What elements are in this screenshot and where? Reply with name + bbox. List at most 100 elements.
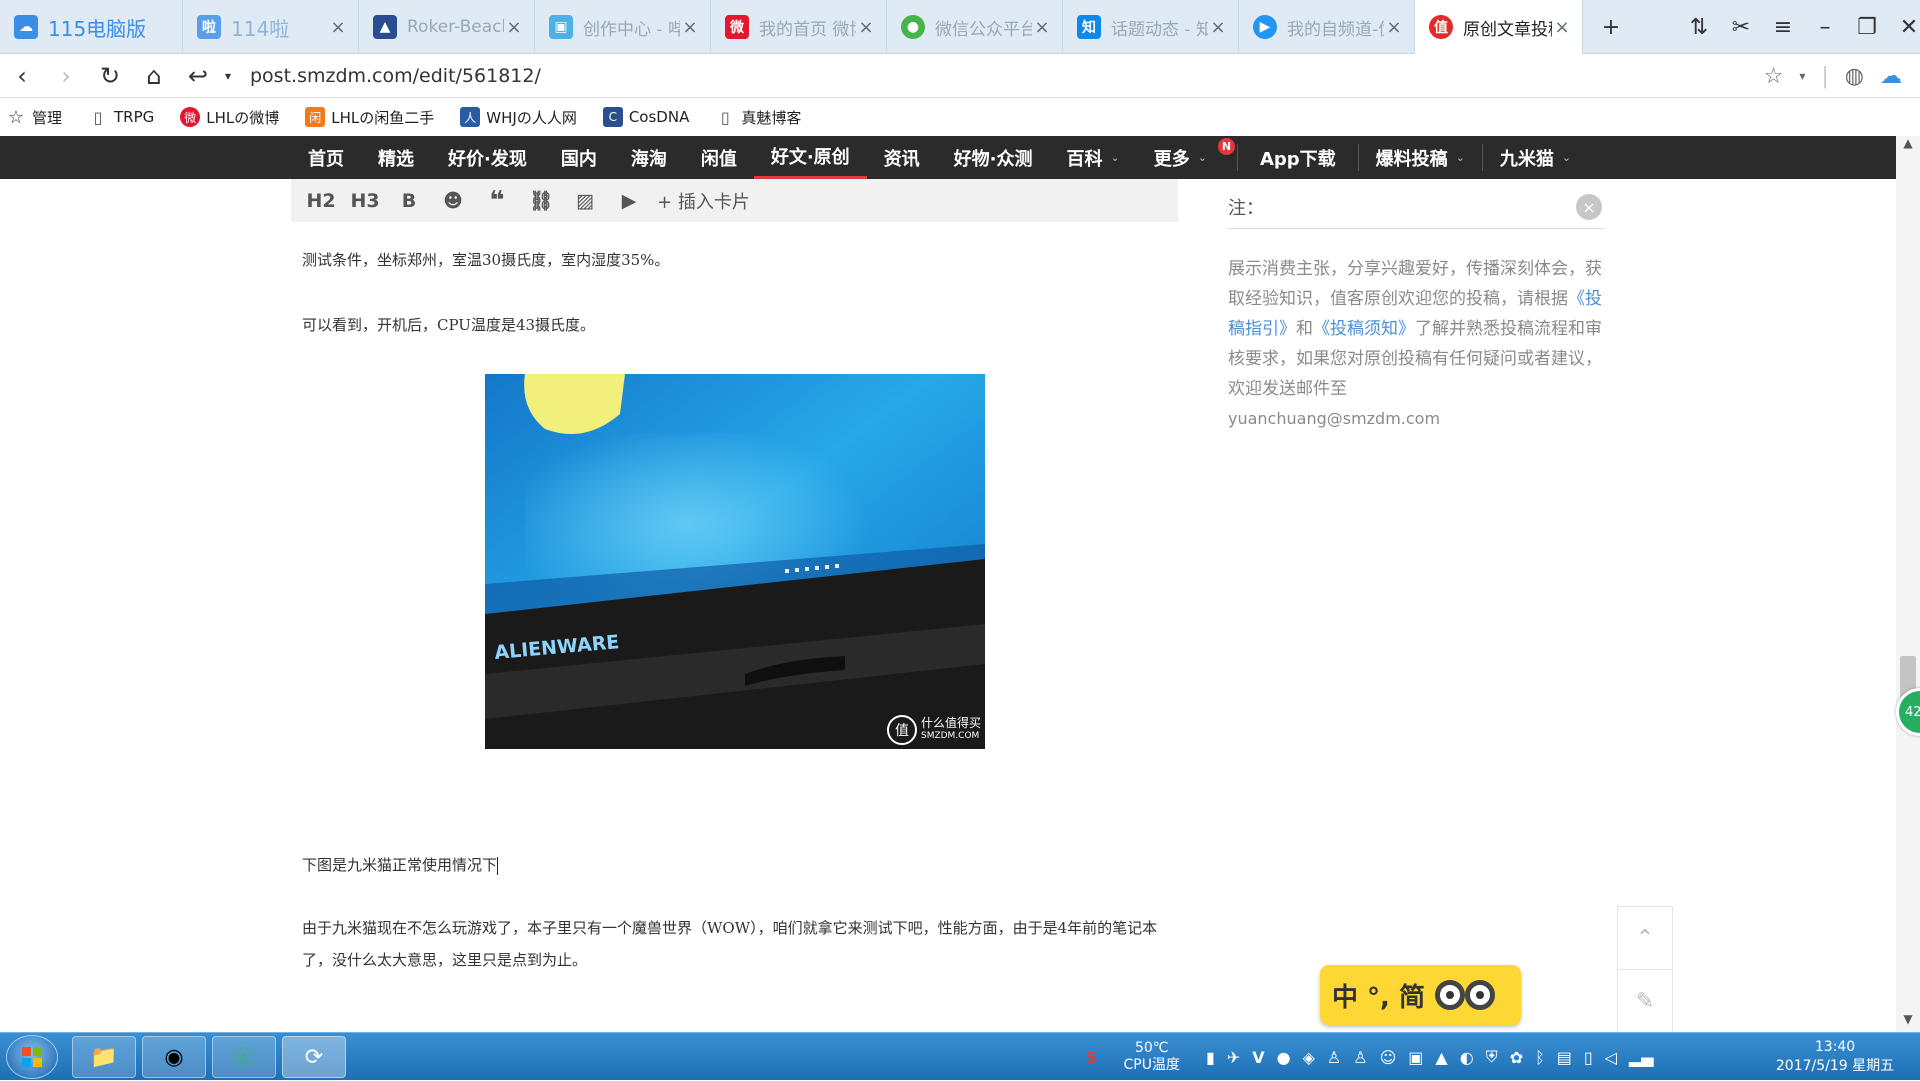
wechat-work-icon[interactable]: ◐ bbox=[1460, 1048, 1474, 1067]
new-tab-button[interactable]: + bbox=[1590, 15, 1632, 40]
tab-weibo[interactable]: 微 我的首页 微博 × bbox=[711, 0, 887, 54]
history-dropdown-icon[interactable]: ▾ bbox=[220, 69, 236, 83]
notice-link[interactable]: 《投稿须知》 bbox=[1313, 319, 1415, 339]
insert-card-button[interactable]: + 插入卡片 bbox=[657, 188, 750, 214]
quote-icon[interactable]: ❝ bbox=[475, 186, 519, 216]
bold-button[interactable]: B bbox=[387, 190, 431, 212]
nav-home[interactable]: 首页 bbox=[291, 136, 361, 179]
clear-icon[interactable]: × bbox=[1576, 194, 1602, 220]
bookmark-cosdna[interactable]: C CosDNA bbox=[602, 107, 689, 127]
nav-overseas[interactable]: 海淘 bbox=[614, 136, 684, 179]
home-icon[interactable]: ⌂ bbox=[132, 62, 176, 90]
scissors-icon[interactable]: ✂ bbox=[1720, 15, 1762, 40]
nav-secondhand[interactable]: 闲值 bbox=[684, 136, 754, 179]
v-app-icon[interactable]: V bbox=[1252, 1048, 1264, 1067]
minimize-icon[interactable]: – bbox=[1804, 15, 1846, 40]
video-icon[interactable]: ▶ bbox=[607, 190, 651, 212]
scrollbar[interactable]: ▲ ▼ bbox=[1896, 136, 1920, 1032]
tab-115[interactable]: ☁ 115电脑版 bbox=[0, 0, 183, 54]
emoji-icon[interactable]: ☻ bbox=[431, 190, 475, 212]
bookmark-lhl-xianyu[interactable]: 闲 LHLの闲鱼二手 bbox=[305, 107, 434, 128]
tab-smzdm-submit[interactable]: 值 原创文章投稿 × bbox=[1415, 0, 1583, 54]
wechat-tray-icon[interactable]: ● bbox=[1277, 1048, 1291, 1067]
image-icon[interactable]: ▨ bbox=[563, 190, 607, 212]
sogou-icon[interactable]: S bbox=[1086, 1048, 1098, 1067]
close-icon[interactable]: × bbox=[680, 17, 700, 38]
network-tool-icon[interactable]: ✈ bbox=[1227, 1048, 1240, 1067]
bookmark-lhl-weibo[interactable]: 微 LHLの微博 bbox=[180, 107, 279, 128]
close-icon[interactable]: × bbox=[504, 17, 524, 38]
bluetooth-icon[interactable]: ᛒ bbox=[1535, 1048, 1545, 1067]
nav-wiki[interactable]: 百科 ⌄ bbox=[1050, 136, 1137, 179]
close-icon[interactable]: × bbox=[1552, 17, 1572, 38]
heading3-button[interactable]: H3 bbox=[343, 190, 387, 212]
nav-news[interactable]: 资讯 bbox=[867, 136, 937, 179]
close-icon[interactable]: × bbox=[1208, 17, 1228, 38]
back-to-top-icon[interactable]: ⌃ bbox=[1618, 907, 1672, 970]
screen-icon[interactable]: ▤ bbox=[1557, 1048, 1572, 1067]
volume-icon[interactable]: ◁ bbox=[1605, 1048, 1617, 1067]
bookmark-manage[interactable]: ☆ 管理 bbox=[6, 107, 62, 128]
close-icon[interactable]: × bbox=[1384, 17, 1404, 38]
power-icon[interactable]: ▯ bbox=[1584, 1048, 1593, 1067]
nvidia-icon[interactable]: ▣ bbox=[1408, 1048, 1423, 1067]
url-input[interactable]: post.smzdm.com/edit/561812/ bbox=[250, 65, 541, 87]
cloud-sync-icon[interactable]: ☁ bbox=[1880, 64, 1902, 89]
qq-icon[interactable]: ♙ bbox=[1327, 1048, 1341, 1067]
cpu-temp-widget[interactable]: 50℃ CPU温度 bbox=[1124, 1040, 1180, 1074]
scroll-down-icon[interactable]: ▼ bbox=[1896, 1012, 1920, 1032]
shield-icon[interactable]: ⛨ bbox=[1486, 1047, 1498, 1067]
nav-deals[interactable]: 好价·发现 bbox=[431, 136, 544, 179]
paint-icon[interactable]: ◈ bbox=[1303, 1048, 1315, 1067]
close-icon[interactable]: × bbox=[1032, 17, 1052, 38]
tab-zhihu[interactable]: 知 话题动态 - 知 × bbox=[1063, 0, 1239, 54]
scroll-up-icon[interactable]: ▲ bbox=[1896, 136, 1920, 156]
start-button[interactable] bbox=[6, 1035, 58, 1079]
menu-icon[interactable]: ≡ bbox=[1762, 15, 1804, 40]
green-app-icon[interactable]: ▲ bbox=[1435, 1048, 1447, 1067]
tab-wechat[interactable]: ● 微信公众平台 × bbox=[887, 0, 1063, 54]
close-icon[interactable]: × bbox=[856, 17, 876, 38]
close-window-icon[interactable]: ✕ bbox=[1888, 15, 1920, 40]
nav-more[interactable]: 更多 ⌄ N bbox=[1137, 136, 1237, 179]
undo-close-icon[interactable]: ↩ bbox=[176, 62, 220, 90]
reload-icon[interactable]: ↻ bbox=[88, 62, 132, 90]
tab-roker-beach[interactable]: ▲ Roker-Beach × bbox=[359, 0, 535, 54]
tab-youku[interactable]: ▶ 我的自频道-优 × bbox=[1239, 0, 1415, 54]
tab-114la[interactable]: 啦 114啦 × bbox=[183, 0, 359, 54]
signal-icon[interactable]: ▂▄ bbox=[1629, 1048, 1654, 1067]
nav-featured[interactable]: 精选 bbox=[361, 136, 431, 179]
qq2-icon[interactable]: ♙ bbox=[1353, 1048, 1367, 1067]
back-icon[interactable]: ‹ bbox=[0, 62, 44, 90]
bookmark-whj-renren[interactable]: 人 WHJの人人网 bbox=[460, 107, 577, 128]
heading2-button[interactable]: H2 bbox=[299, 190, 343, 212]
speed-mode-icon[interactable]: ⇅ bbox=[1678, 15, 1720, 40]
browser-360-icon[interactable]: ⓔ bbox=[212, 1036, 276, 1078]
nav-app-download[interactable]: App下载 bbox=[1238, 136, 1358, 179]
chrome-icon[interactable]: ◉ bbox=[142, 1036, 206, 1078]
bookmark-zhenmei-blog[interactable]: ▯ 真魅博客 bbox=[715, 107, 801, 128]
nav-user-menu[interactable]: 九米猫 ⌄ bbox=[1483, 136, 1588, 179]
link-icon[interactable]: ⛓ bbox=[519, 189, 563, 212]
huawei-icon[interactable]: ✿ bbox=[1510, 1048, 1523, 1067]
restore-icon[interactable]: ❐ bbox=[1846, 15, 1888, 40]
nav-reviews[interactable]: 好物·众测 bbox=[937, 136, 1050, 179]
forward-icon[interactable]: › bbox=[44, 62, 88, 90]
file-explorer-icon[interactable]: 📁 bbox=[72, 1036, 136, 1078]
edit-icon[interactable]: ✎ bbox=[1618, 970, 1672, 1033]
favorite-star-icon[interactable]: ☆ bbox=[1764, 64, 1784, 89]
article-image[interactable]: ALIENWARE 值 什么值得买 SMZDM.COM bbox=[485, 374, 985, 749]
tab-bilibili[interactable]: ▣ 创作中心 - 哔 × bbox=[535, 0, 711, 54]
usb-icon[interactable]: ▮ bbox=[1206, 1048, 1215, 1067]
browser-2345-icon[interactable]: ⟳ bbox=[282, 1036, 346, 1078]
globe-icon[interactable]: ◍ bbox=[1845, 64, 1864, 89]
ime-status-bar[interactable]: 中 °, 简 bbox=[1320, 965, 1521, 1025]
nav-submit-tips[interactable]: 爆料投稿 ⌄ bbox=[1359, 136, 1482, 179]
favorite-dropdown-icon[interactable]: ▾ bbox=[1799, 69, 1805, 83]
clock[interactable]: 13:40 2017/5/19 星期五 bbox=[1770, 1033, 1900, 1081]
close-icon[interactable]: × bbox=[328, 17, 348, 38]
nav-domestic[interactable]: 国内 bbox=[544, 136, 614, 179]
user-icon[interactable]: ☺ bbox=[1380, 1048, 1397, 1067]
bookmark-trpg[interactable]: ▯ TRPG bbox=[88, 107, 155, 127]
nav-articles[interactable]: 好文·原创 bbox=[753, 136, 867, 179]
